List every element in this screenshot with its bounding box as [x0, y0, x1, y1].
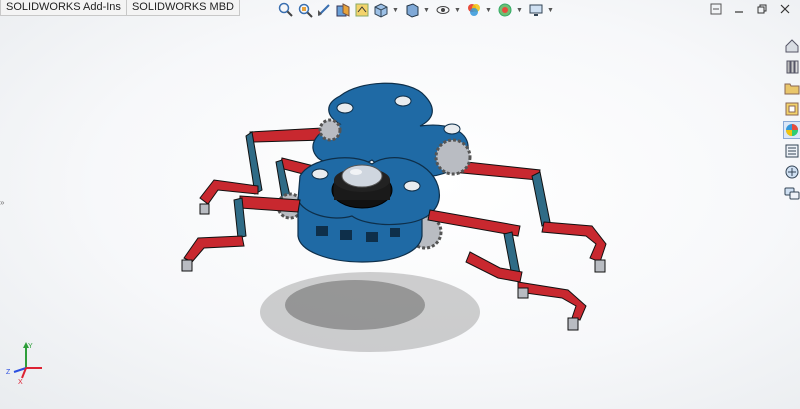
apply-scene-icon[interactable]: [497, 2, 513, 18]
edit-appearance-icon[interactable]: [466, 2, 482, 18]
minimize-icon[interactable]: [732, 3, 746, 15]
heads-up-view-toolbar: ▼ ▼ ▼ ▼ ▼ ▼: [278, 2, 559, 18]
triad-y-label: Y: [28, 343, 33, 350]
zoom-to-area-icon[interactable]: [297, 2, 313, 18]
feature-manager-collapse-handle[interactable]: »: [0, 196, 6, 210]
command-manager-tabs: SOLIDWORKS Add-Ins SOLIDWORKS MBD: [0, 0, 241, 16]
chevron-down-icon[interactable]: ▼: [454, 2, 461, 18]
view-orientation-icon[interactable]: [373, 2, 389, 18]
triad-z-label: Z: [6, 369, 11, 376]
gear-right-upper: [434, 138, 472, 176]
solidworks-resources-icon[interactable]: [783, 37, 800, 55]
chevron-down-icon[interactable]: ▼: [547, 2, 554, 18]
zoom-to-fit-icon[interactable]: [278, 2, 294, 18]
restore-icon[interactable]: [755, 3, 769, 15]
hide-show-items-icon[interactable]: [435, 2, 451, 18]
chevron-down-icon[interactable]: ▼: [485, 2, 492, 18]
community-icon[interactable]: [783, 184, 800, 202]
previous-view-icon[interactable]: [316, 2, 332, 18]
tab-solidworks-add-ins[interactable]: SOLIDWORKS Add-Ins: [0, 0, 127, 16]
spider-robot-model[interactable]: [0, 0, 800, 409]
custom-properties-icon[interactable]: [783, 142, 800, 160]
reference-triad: Y X Z: [6, 342, 42, 386]
section-view-icon[interactable]: [335, 2, 351, 18]
view-settings-icon[interactable]: [528, 2, 544, 18]
chevron-down-icon[interactable]: ▼: [516, 2, 523, 18]
close-icon[interactable]: [778, 3, 792, 15]
window-controls: [700, 3, 792, 15]
design-library-icon[interactable]: [783, 58, 800, 76]
tab-solidworks-mbd[interactable]: SOLIDWORKS MBD: [125, 0, 241, 16]
solidworks-forum-icon[interactable]: [783, 163, 800, 181]
gear-left-upper: [318, 118, 342, 142]
help-icon[interactable]: [709, 3, 723, 15]
triad-x-label: X: [18, 379, 23, 386]
file-explorer-icon[interactable]: [783, 79, 800, 97]
dynamic-annotation-icon[interactable]: [354, 2, 370, 18]
view-palette-icon[interactable]: [783, 100, 800, 118]
chevron-down-icon[interactable]: ▼: [423, 2, 430, 18]
task-pane: [782, 36, 800, 205]
display-style-icon[interactable]: [404, 2, 420, 18]
graphics-area[interactable]: SOLIDWORKS Add-Ins SOLIDWORKS MBD ▼ ▼ ▼ …: [0, 0, 800, 409]
chevron-down-icon[interactable]: ▼: [392, 2, 399, 18]
appearances-icon[interactable]: [783, 121, 800, 139]
